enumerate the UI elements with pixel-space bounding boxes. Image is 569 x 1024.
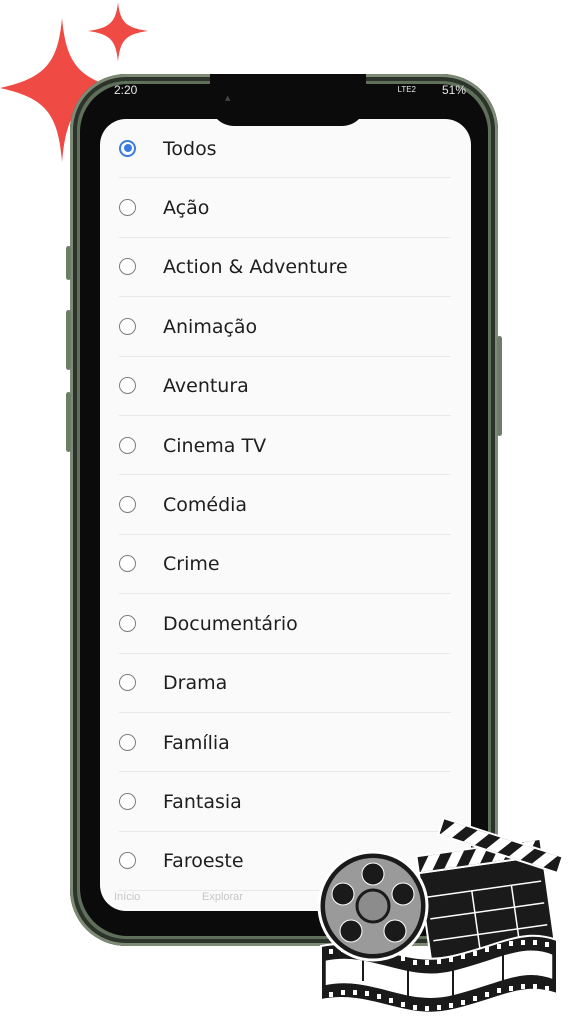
genre-option-label: Todos xyxy=(163,137,217,160)
phone-side-button xyxy=(66,246,71,280)
genre-option-label: Drama xyxy=(163,672,228,695)
radio-button[interactable] xyxy=(119,852,136,870)
genre-option[interactable]: Animação xyxy=(100,297,471,357)
phone-power-button xyxy=(497,336,502,436)
radio-button[interactable] xyxy=(119,555,136,573)
phone-volume-up-button xyxy=(66,310,71,370)
radio-button[interactable] xyxy=(119,317,136,335)
genre-option-label: Comédia xyxy=(163,494,248,517)
radio-button[interactable] xyxy=(119,674,136,692)
genre-option[interactable]: Crime xyxy=(100,535,471,595)
phone-volume-down-button xyxy=(66,392,71,452)
status-time: 2:20 xyxy=(114,83,138,97)
radio-button[interactable] xyxy=(119,496,136,514)
genre-option-label: Crime xyxy=(163,553,220,576)
genre-option-label: Faroeste xyxy=(163,850,244,873)
genre-option[interactable]: Action & Adventure xyxy=(100,238,471,298)
genre-option-label: Cinema TV xyxy=(163,434,267,457)
radio-button[interactable] xyxy=(119,199,136,217)
status-network: LTE2 xyxy=(397,85,416,94)
film-reel-clapperboard-icon xyxy=(317,818,563,1014)
genre-option-label: Família xyxy=(163,731,230,754)
genre-option[interactable]: Ação xyxy=(100,178,471,238)
genre-option[interactable]: Documentário xyxy=(100,594,471,654)
radio-button[interactable] xyxy=(119,377,136,395)
genre-option-label: Animação xyxy=(163,315,258,338)
phone-frame: 2:20 LTE2 51% Todos Ação Action & Adventur… xyxy=(66,74,502,946)
radio-button[interactable] xyxy=(119,793,136,811)
screen: Todos Ação Action & Adventure Animação Avent… xyxy=(100,119,471,911)
genre-option[interactable]: Todos xyxy=(100,119,471,179)
genre-option-label: Aventura xyxy=(163,375,249,398)
nav-item-inicio[interactable]: Início xyxy=(114,891,140,903)
genre-option[interactable]: Cinema TV xyxy=(100,416,471,476)
radio-button[interactable] xyxy=(119,436,136,454)
camera-icon: ▲ xyxy=(225,94,231,102)
genre-option-label: Action & Adventure xyxy=(163,256,348,279)
notch: ▲ xyxy=(210,74,366,126)
status-battery: 51% xyxy=(441,83,466,97)
genre-option[interactable]: Aventura xyxy=(100,357,471,416)
nav-item-explorar[interactable]: Explorar xyxy=(202,891,243,903)
genre-option[interactable]: Comédia xyxy=(100,475,471,535)
genre-option-label: Ação xyxy=(163,197,210,220)
radio-button[interactable] xyxy=(119,258,136,276)
genre-option[interactable]: Família xyxy=(100,713,471,773)
genre-option-label: Fantasia xyxy=(163,791,242,814)
radio-button[interactable] xyxy=(119,614,136,632)
genre-option-label: Documentário xyxy=(163,612,298,635)
radio-button[interactable] xyxy=(119,139,136,157)
genre-option[interactable]: Drama xyxy=(100,654,471,713)
radio-button[interactable] xyxy=(119,733,136,751)
